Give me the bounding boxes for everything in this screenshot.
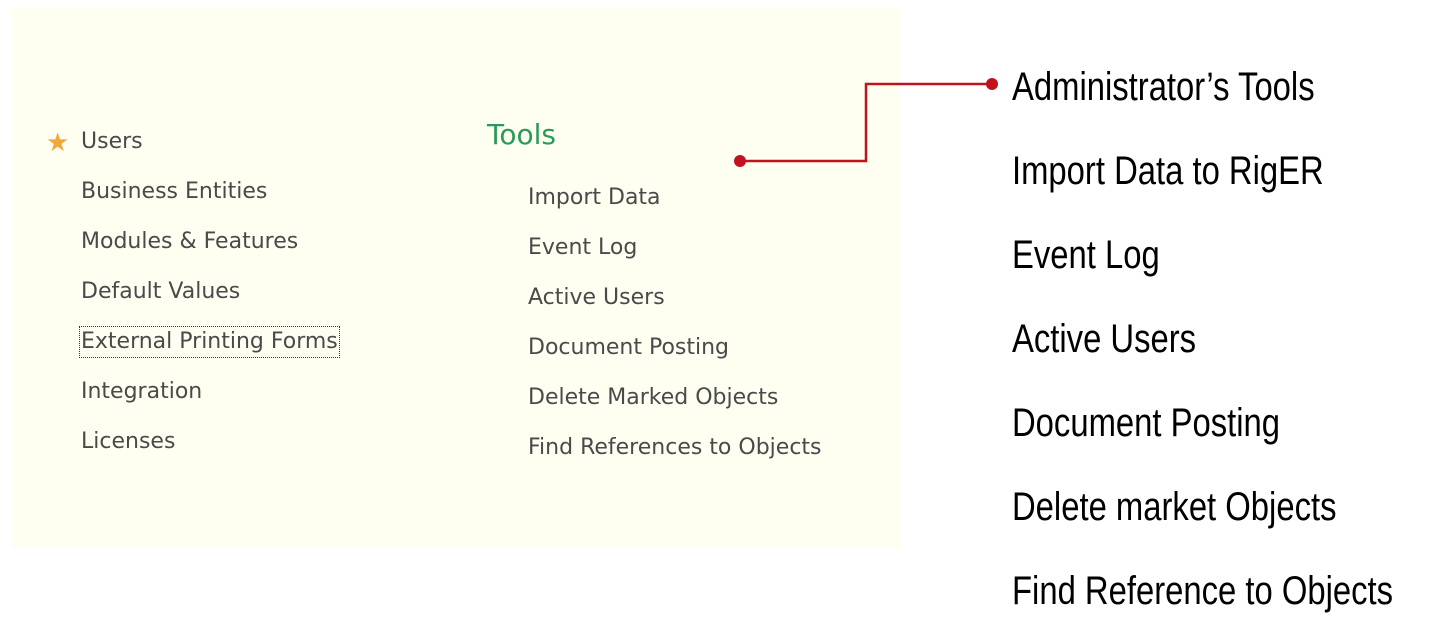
callout-import-data-to-riger: Import Data to RigER <box>1012 149 1324 193</box>
callout-connector-line <box>740 82 990 163</box>
callout-delete-market-objects: Delete market Objects <box>1012 485 1337 529</box>
callout-event-log: Event Log <box>1012 233 1160 277</box>
callout-document-posting: Document Posting <box>1012 401 1281 445</box>
callout-administrators-tools: Administrator’s Tools <box>1012 65 1315 109</box>
callout-find-reference-to-objects: Find Reference to Objects <box>1012 569 1394 613</box>
callout-connector-dot-end <box>986 78 998 90</box>
callout-connector-dot-start <box>734 155 746 167</box>
callout-active-users: Active Users <box>1012 317 1197 361</box>
